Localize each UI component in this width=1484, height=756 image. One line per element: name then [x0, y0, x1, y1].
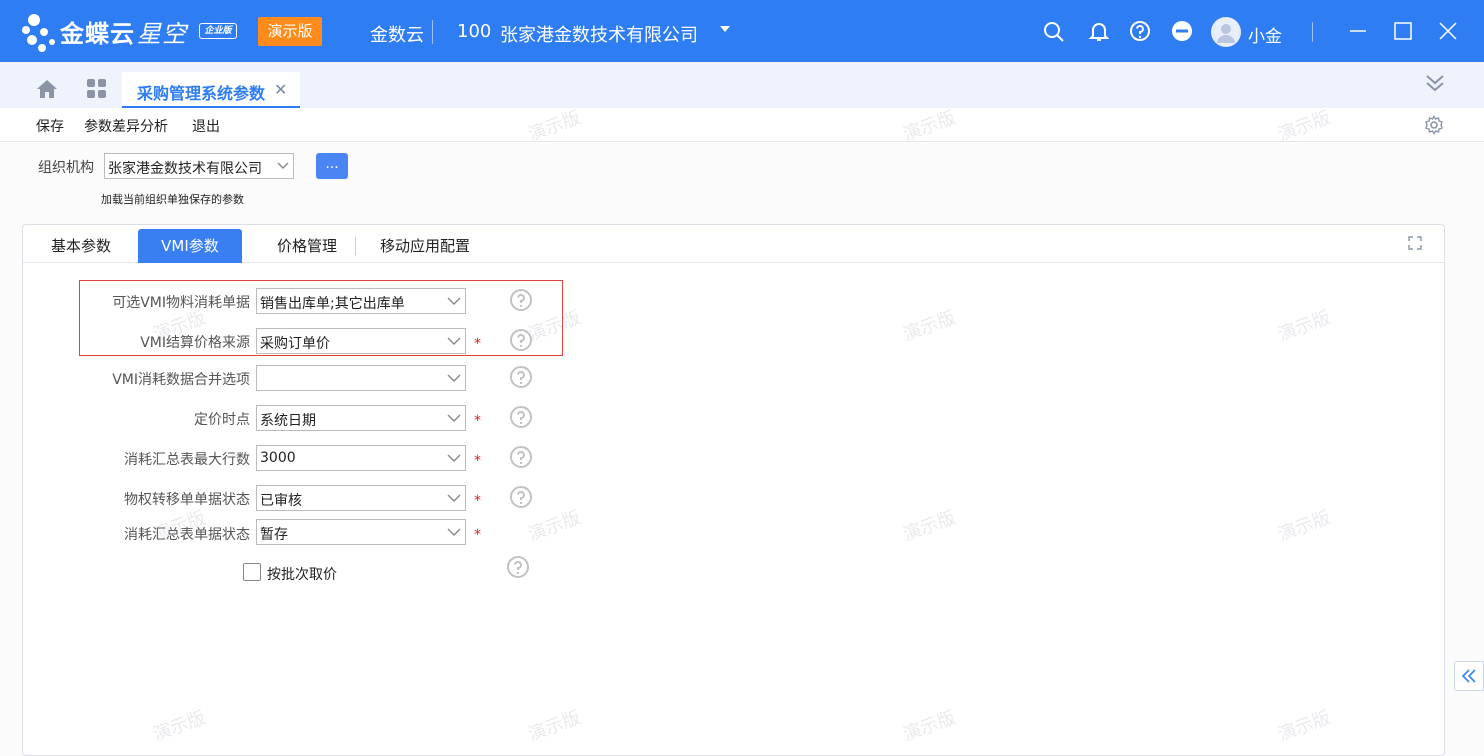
- exit-button[interactable]: 退出: [192, 116, 220, 136]
- tab-vmi-params[interactable]: VMI参数: [138, 229, 242, 263]
- user-icon: [1217, 24, 1235, 43]
- account-company[interactable]: 张家港金数技术有限公司: [500, 21, 698, 47]
- gear-icon[interactable]: [1424, 115, 1444, 135]
- demo-badge: 演示版: [258, 17, 322, 46]
- help-circle-icon[interactable]: [509, 328, 533, 352]
- help-circle-icon[interactable]: [509, 445, 533, 469]
- param-tabs: 基本参数 VMI参数 价格管理 移动应用配置: [23, 225, 1444, 263]
- chevron-down-icon: [447, 374, 461, 382]
- avatar[interactable]: [1211, 17, 1241, 47]
- apps-grid-icon[interactable]: [86, 78, 108, 100]
- top-bar: 金蝶云星空 企业版 演示版 金数云 100 张家港金数技术有限公司 小金: [0, 0, 1484, 62]
- caret-down-icon[interactable]: [718, 22, 732, 36]
- edition-badge: 企业版: [199, 23, 237, 39]
- kingdee-logo-icon: [22, 14, 55, 52]
- batch-price-label[interactable]: 按批次取价: [267, 564, 337, 584]
- bell-icon[interactable]: [1087, 19, 1111, 43]
- tab-mobile-config[interactable]: 移动应用配置: [367, 229, 483, 263]
- save-button[interactable]: 保存: [36, 116, 64, 136]
- expand-icon[interactable]: [1407, 235, 1423, 251]
- summary-doc-status-select[interactable]: 暂存: [256, 519, 466, 545]
- highlight-box: [79, 280, 563, 356]
- divider: [355, 237, 356, 255]
- tab-label: 采购管理系统参数: [137, 84, 266, 103]
- tab-close-icon[interactable]: ✕: [274, 80, 287, 99]
- help-icon[interactable]: [1128, 19, 1152, 43]
- org-lookup-button[interactable]: ...: [316, 153, 348, 179]
- field-label: 消耗汇总表单据状态: [124, 527, 250, 543]
- account-number[interactable]: 100: [457, 21, 491, 42]
- search-icon[interactable]: [1042, 19, 1066, 43]
- required-mark: *: [474, 493, 481, 509]
- select-value: 3000: [260, 450, 296, 466]
- user-name[interactable]: 小金: [1248, 22, 1282, 47]
- param-diff-button[interactable]: 参数差异分析: [84, 116, 168, 136]
- field-label: 物权转移单单据状态: [124, 492, 250, 508]
- field-label: 消耗汇总表最大行数: [124, 452, 250, 468]
- batch-price-checkbox[interactable]: [243, 563, 261, 581]
- required-mark: *: [474, 527, 481, 543]
- close-icon[interactable]: [1436, 19, 1460, 43]
- double-chevron-left-icon: [1461, 669, 1476, 683]
- product-logo-text: 金蝶云星空: [60, 20, 187, 48]
- help-circle-icon[interactable]: [509, 288, 533, 312]
- transfer-doc-status-select[interactable]: 已审核: [256, 485, 466, 511]
- chevron-down-icon: [447, 414, 461, 422]
- document-tab-strip: 采购管理系统参数 ✕: [0, 62, 1484, 108]
- maximize-icon[interactable]: [1391, 19, 1415, 43]
- org-select[interactable]: 张家港金数技术有限公司: [104, 153, 294, 179]
- divider: [1312, 22, 1313, 42]
- help-circle-icon[interactable]: [506, 555, 530, 579]
- required-mark: *: [474, 453, 481, 469]
- org-hint: 加载当前组织单独保存的参数: [101, 193, 244, 206]
- pricing-time-select[interactable]: 系统日期: [256, 405, 466, 431]
- max-rows-select[interactable]: 3000: [256, 445, 466, 471]
- select-value: 系统日期: [260, 413, 316, 429]
- toolbar: 保存 参数差异分析 退出: [0, 108, 1484, 142]
- side-panel-toggle[interactable]: [1454, 661, 1484, 691]
- more-icon[interactable]: [1170, 19, 1194, 43]
- chevron-down-icon: [447, 494, 461, 502]
- tab-price-management[interactable]: 价格管理: [257, 229, 357, 263]
- select-value: 暂存: [260, 527, 288, 543]
- chevron-down-icon: [447, 528, 461, 536]
- org-label: 组织机构: [38, 160, 94, 176]
- tab-basic-params[interactable]: 基本参数: [31, 229, 131, 263]
- home-icon[interactable]: [35, 78, 59, 100]
- help-circle-icon[interactable]: [509, 405, 533, 429]
- help-circle-icon[interactable]: [509, 365, 533, 389]
- select-value: 已审核: [260, 493, 302, 509]
- field-label: VMI消耗数据合并选项: [112, 372, 250, 388]
- minimize-icon[interactable]: [1346, 19, 1370, 43]
- divider: [432, 20, 433, 44]
- field-label: 定价时点: [194, 412, 250, 428]
- chevron-down-icon: [447, 454, 461, 462]
- tab-purchase-params[interactable]: 采购管理系统参数 ✕: [122, 72, 300, 108]
- help-circle-icon[interactable]: [509, 485, 533, 509]
- required-mark: *: [474, 413, 481, 429]
- chevron-down-icon: [277, 162, 289, 169]
- merge-option-select[interactable]: [256, 365, 466, 391]
- org-select-value: 张家港金数技术有限公司: [108, 161, 262, 177]
- brand-name: 金数云: [370, 25, 424, 46]
- double-chevron-down-icon[interactable]: [1424, 72, 1446, 94]
